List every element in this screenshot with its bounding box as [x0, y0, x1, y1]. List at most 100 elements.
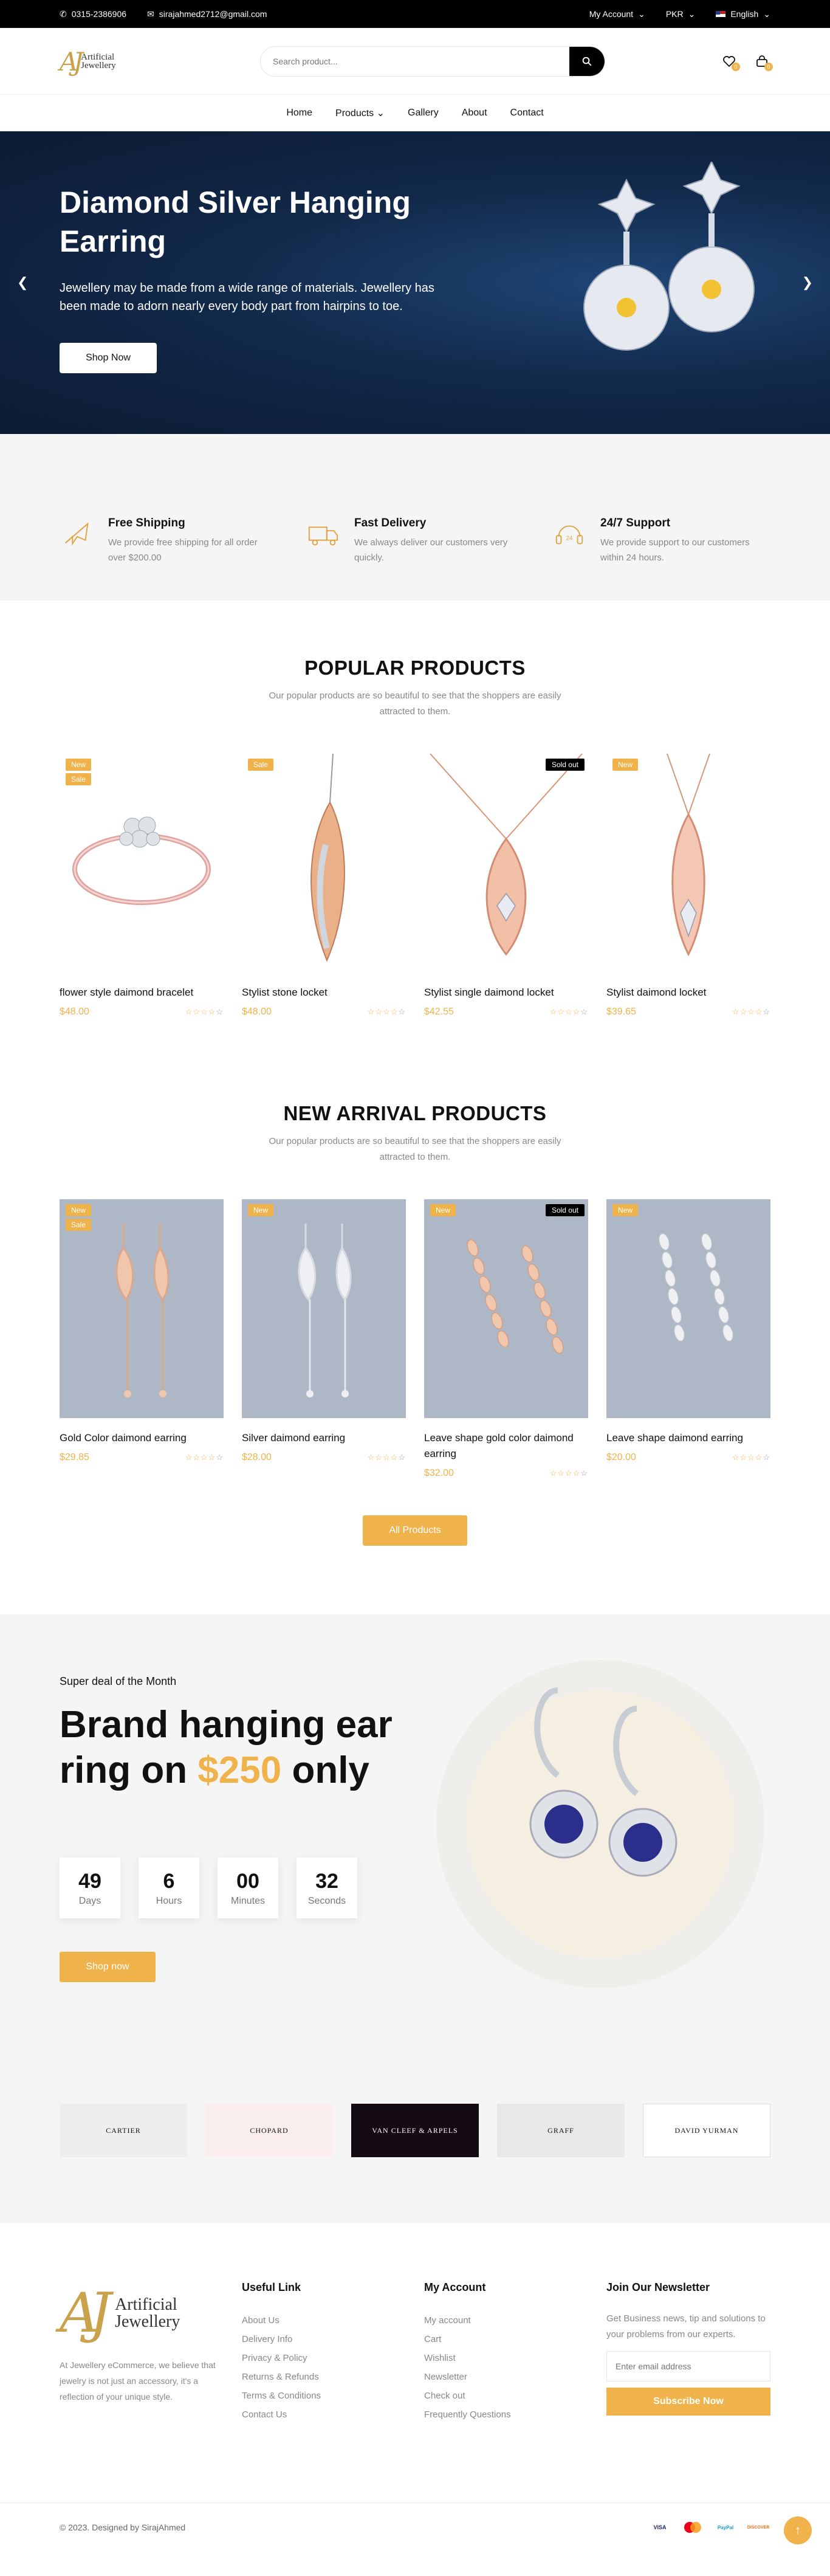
- footer-link[interactable]: Newsletter: [424, 2368, 606, 2386]
- footer-link[interactable]: Check out: [424, 2386, 606, 2405]
- back-to-top-button[interactable]: ↑: [784, 2516, 812, 2544]
- deal-image-circle: [436, 1660, 764, 1988]
- cart-button[interactable]: 0: [753, 53, 773, 71]
- product-image[interactable]: Sale: [242, 753, 406, 973]
- email-contact[interactable]: ✉ sirajahmed2712@gmail.com: [147, 9, 267, 19]
- nav-gallery[interactable]: Gallery: [408, 108, 439, 119]
- footer-link[interactable]: Delivery Info: [242, 2330, 424, 2349]
- chevron-down-icon: ⌄: [763, 9, 770, 19]
- product-card[interactable]: Sale Stylist stone locket $48.00 ☆☆☆☆☆: [242, 753, 406, 1018]
- brand-logo[interactable]: GRAFF: [497, 2104, 625, 2157]
- nav-contact[interactable]: Contact: [510, 108, 544, 119]
- footer-link[interactable]: Terms & Conditions: [242, 2386, 424, 2405]
- logo-mark: AJ: [60, 46, 83, 77]
- plane-icon: [65, 522, 89, 546]
- product-image[interactable]: New: [606, 1199, 770, 1418]
- product-price: $48.00: [242, 1007, 272, 1017]
- nav-about[interactable]: About: [462, 108, 487, 119]
- feature-free-shipping: Free Shipping We provide free shipping f…: [60, 517, 278, 565]
- product-card[interactable]: New Silver daimond earring $28.00 ☆☆☆☆☆: [242, 1199, 406, 1479]
- product-name[interactable]: Stylist stone locket: [242, 985, 406, 1000]
- footer-newsletter: Join Our Newsletter Get Business news, t…: [606, 2281, 770, 2424]
- currency-dropdown[interactable]: PKR ⌄: [666, 9, 696, 19]
- chevron-down-icon: ⌄: [688, 9, 696, 19]
- deal-price: $250: [197, 1749, 282, 1791]
- new-badge: New: [612, 1204, 639, 1216]
- brand-logo[interactable]: VAN CLEEF & ARPELS: [351, 2104, 479, 2157]
- product-image[interactable]: New: [242, 1199, 406, 1418]
- product-name[interactable]: Leave shape gold color daimond earring: [424, 1430, 588, 1462]
- footer-link[interactable]: Cart: [424, 2330, 606, 2349]
- footer-about: AJ Artificial Jewellery At Jewellery eCo…: [60, 2281, 242, 2424]
- product-name[interactable]: Stylist single daimond locket: [424, 985, 588, 1000]
- top-bar: ✆ 0315-2386906 ✉ sirajahmed2712@gmail.co…: [0, 0, 830, 28]
- paypal-icon: PayPal: [717, 2524, 734, 2530]
- search-input[interactable]: [261, 47, 569, 76]
- mail-icon: ✉: [147, 9, 154, 19]
- my-account-dropdown[interactable]: My Account ⌄: [589, 9, 645, 19]
- search-bar: [260, 46, 605, 77]
- sold-out-badge: Sold out: [545, 1204, 585, 1216]
- search-button[interactable]: [569, 47, 605, 76]
- product-card[interactable]: New Stylist daimond locket $39.65 ☆☆☆☆☆: [606, 753, 770, 1018]
- product-image[interactable]: New Sale: [60, 1199, 224, 1418]
- footer-link[interactable]: Returns & Refunds: [242, 2368, 424, 2386]
- nav-home[interactable]: Home: [286, 108, 312, 119]
- headset-icon: 24: [555, 525, 583, 545]
- slider-prev-arrow[interactable]: ❮: [17, 275, 28, 291]
- product-card[interactable]: New Sale flower style daimond bracelet $4…: [60, 754, 224, 1018]
- sold-out-badge: Sold out: [545, 759, 585, 771]
- brand-logo[interactable]: CARTIER: [60, 2104, 187, 2157]
- product-price: $39.65: [606, 1007, 636, 1017]
- brand-logo[interactable]: DAVID YURMAN: [643, 2104, 770, 2157]
- new-badge: New: [66, 759, 92, 771]
- wishlist-count-badge: 0: [732, 63, 740, 71]
- footer-link[interactable]: About Us: [242, 2311, 424, 2330]
- deal-shop-button[interactable]: Shop now: [60, 1952, 156, 1982]
- email-address: sirajahmed2712@gmail.com: [159, 9, 267, 19]
- hero-title: Diamond Silver Hanging Earring: [60, 185, 411, 258]
- product-card[interactable]: New Leave shape daimond earring $20.00 ☆☆…: [606, 1199, 770, 1479]
- footer-about-text: At Jewellery eCommerce, we believe that …: [60, 2360, 216, 2402]
- phone-contact[interactable]: ✆ 0315-2386906: [60, 9, 126, 19]
- nav-products[interactable]: Products ⌄: [335, 107, 385, 119]
- product-image[interactable]: Sold out: [424, 753, 588, 973]
- product-card[interactable]: New Sold out Leave shape gold color daim…: [424, 1199, 588, 1479]
- footer-link[interactable]: Frequently Questions: [424, 2405, 606, 2424]
- newsletter-email-input[interactable]: [606, 2351, 770, 2381]
- countdown-days: 49 Days: [60, 1858, 120, 1918]
- product-name[interactable]: Stylist daimond locket: [606, 985, 770, 1000]
- product-image[interactable]: New: [606, 753, 770, 973]
- footer-useful-links: Useful Link About Us Delivery Info Priva…: [242, 2281, 424, 2424]
- footer-link[interactable]: Contact Us: [242, 2405, 424, 2424]
- mastercard-icon: [681, 2520, 705, 2535]
- feature-text: We provide support to our customers with…: [600, 537, 750, 563]
- product-card[interactable]: Sold out Stylist single daimond locket $…: [424, 753, 588, 1018]
- all-products-button[interactable]: All Products: [363, 1515, 467, 1546]
- product-image[interactable]: New Sale: [60, 754, 224, 973]
- feature-fast-delivery: Fast Delivery We always deliver our cust…: [306, 517, 524, 565]
- brand-logo[interactable]: CHOPARD: [205, 2104, 333, 2157]
- product-name[interactable]: Gold Color daimond earring: [60, 1430, 224, 1446]
- language-dropdown[interactable]: English ⌄: [716, 9, 770, 19]
- footer-link[interactable]: Privacy & Policy: [242, 2349, 424, 2368]
- search-icon: [582, 57, 592, 66]
- product-name[interactable]: flower style daimond bracelet: [60, 985, 224, 1000]
- logo-line-1: Artificial: [81, 52, 115, 62]
- product-name[interactable]: Silver daimond earring: [242, 1430, 406, 1446]
- product-image[interactable]: New Sold out: [424, 1199, 588, 1418]
- wishlist-button[interactable]: 0: [721, 53, 740, 71]
- hero-shop-button[interactable]: Shop Now: [60, 343, 157, 373]
- subscribe-button[interactable]: Subscribe Now: [606, 2388, 770, 2416]
- site-logo[interactable]: AJ Artificial Jewellery: [60, 47, 145, 77]
- product-card[interactable]: New Sale Gold Color daimond earring $29.8…: [60, 1199, 224, 1479]
- slider-next-arrow[interactable]: ❯: [802, 275, 813, 291]
- footer-link[interactable]: Wishlist: [424, 2349, 606, 2368]
- footer-link[interactable]: My account: [424, 2311, 606, 2330]
- feature-title: Fast Delivery: [354, 517, 427, 529]
- footer-logo[interactable]: AJ Artificial Jewellery: [60, 2281, 224, 2345]
- payment-methods: VISA PayPal DISCOVER: [648, 2520, 770, 2535]
- product-name[interactable]: Leave shape daimond earring: [606, 1430, 770, 1446]
- phone-icon: ✆: [60, 9, 67, 19]
- hero-text: Jewellery may be made from a wide range …: [60, 281, 434, 313]
